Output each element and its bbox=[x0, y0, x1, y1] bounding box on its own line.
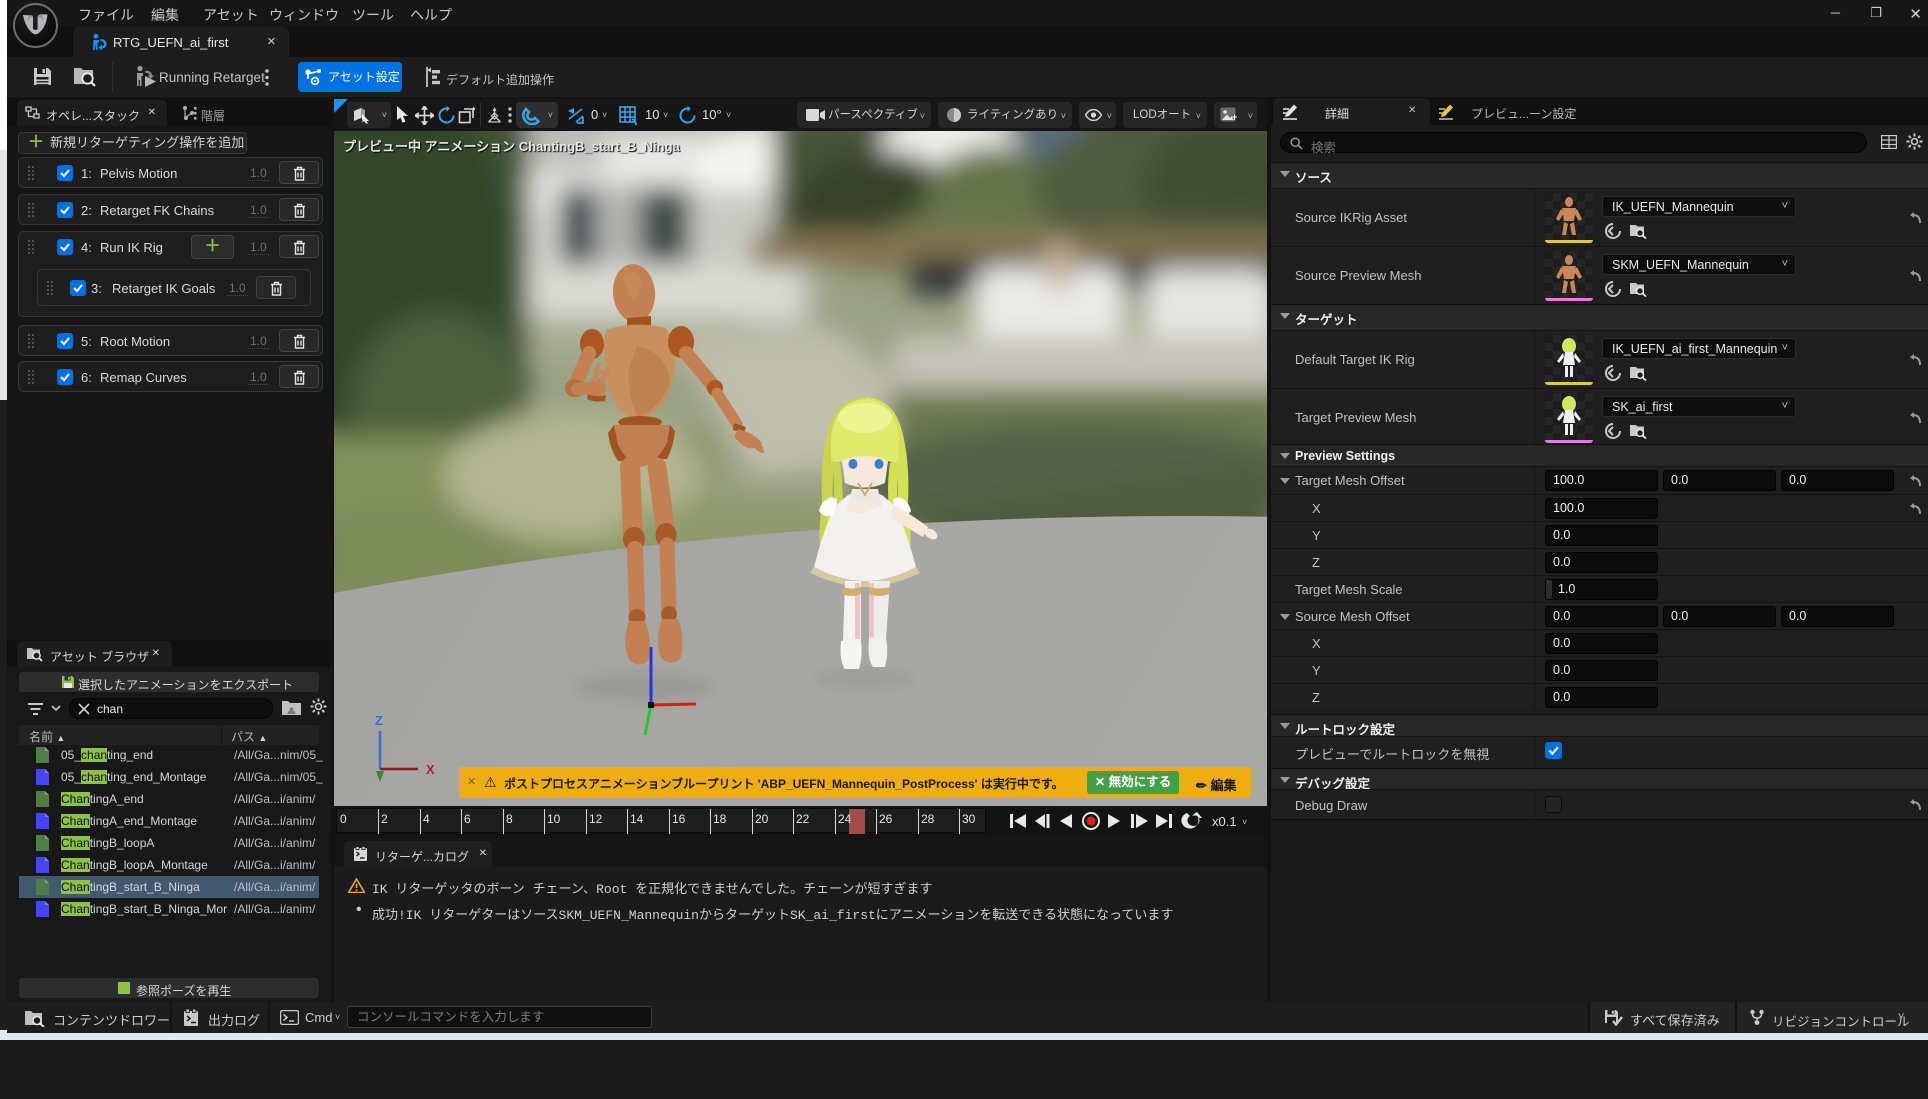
svg-text:Z: Z bbox=[375, 713, 383, 728]
svg-text:X: X bbox=[426, 762, 435, 777]
